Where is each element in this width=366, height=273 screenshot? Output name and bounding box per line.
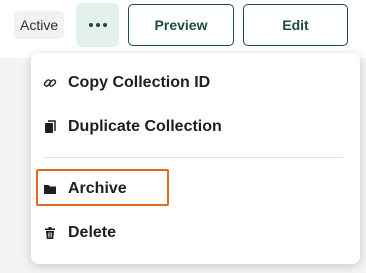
menu-item-duplicate-collection[interactable]: Duplicate Collection — [43, 117, 222, 137]
folder-icon — [43, 182, 57, 196]
more-horizontal-icon — [88, 23, 93, 27]
menu-item-label: Delete — [68, 224, 117, 241]
trash-icon — [43, 226, 57, 240]
menu-item-label: Duplicate Collection — [68, 118, 222, 135]
preview-button[interactable]: Preview — [128, 4, 234, 46]
more-options-button[interactable] — [76, 3, 119, 47]
menu-item-label: Copy Collection ID — [68, 74, 211, 91]
dropdown-menu: Copy Collection ID Duplicate Collection … — [31, 53, 360, 264]
menu-item-delete[interactable]: Delete — [43, 223, 116, 243]
menu-item-label: Archive — [68, 180, 127, 197]
header-bar: Active Preview Edit — [0, 0, 366, 58]
copy-icon — [43, 120, 57, 134]
menu-item-copy-collection-id[interactable]: Copy Collection ID — [43, 73, 210, 93]
edit-button[interactable]: Edit — [243, 4, 348, 46]
status-badge: Active — [14, 11, 65, 39]
menu-divider — [43, 157, 343, 158]
link-icon — [43, 76, 57, 90]
menu-item-archive[interactable]: Archive — [43, 179, 127, 199]
